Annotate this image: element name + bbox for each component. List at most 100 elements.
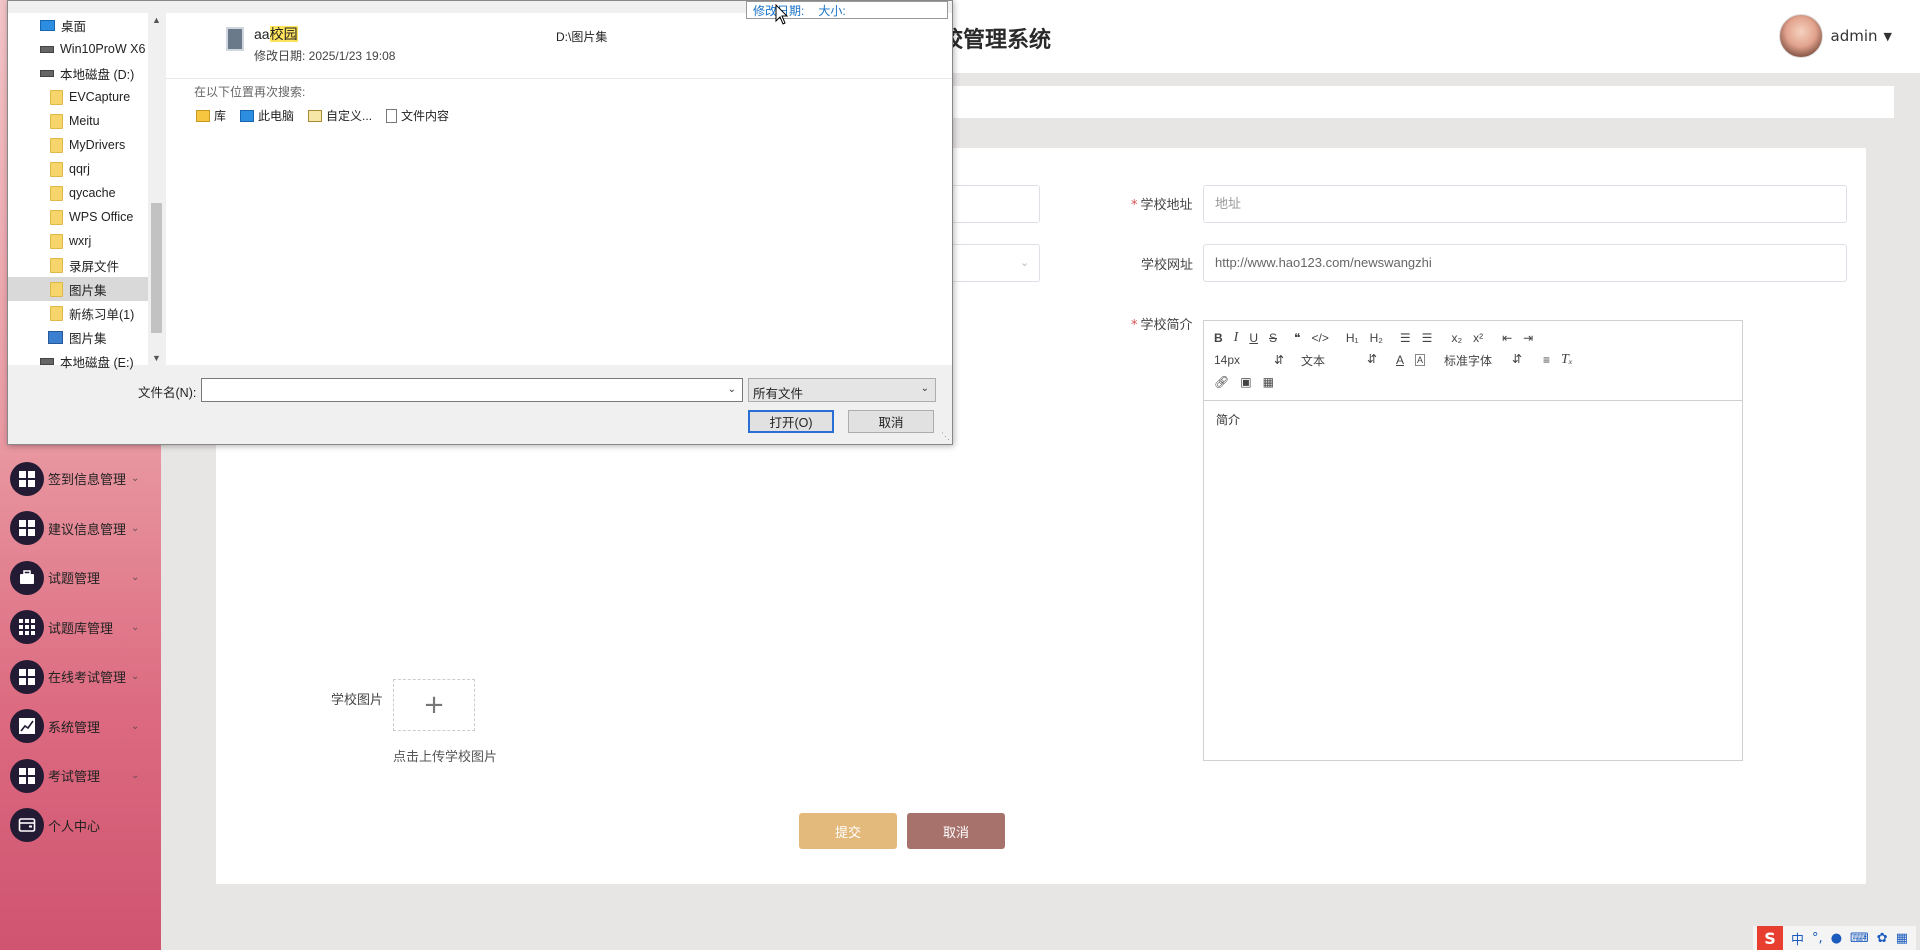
ordered-list-icon[interactable]: ☰ [1400,331,1411,345]
submit-button[interactable]: 提交 [799,813,897,849]
nav-scrollbar[interactable]: ▲ ▼ [148,13,165,365]
nav-item-folder[interactable]: EVCapture [8,85,148,109]
sidebar-item-exam[interactable]: 考试管理 ⌄ [0,751,161,801]
font-size-select[interactable]: 14px ⇵ [1214,353,1284,367]
nav-item-folder[interactable]: MyDrivers [8,133,148,157]
wallet-icon [10,808,44,843]
toolbox-icon[interactable]: ▦ [1896,931,1908,946]
scroll-up-icon[interactable]: ▲ [152,15,161,25]
nav-item-folder[interactable]: 录屏文件 [8,253,148,277]
avatar[interactable] [1778,14,1823,58]
search-content-link[interactable]: 文件内容 [386,107,449,124]
search-again-links: 库 此电脑 自定义... 文件内容 [196,107,463,124]
briefcase-icon [10,560,44,595]
custom-icon [308,109,323,122]
text-style-select[interactable]: 文本 ⇵ [1301,352,1377,369]
drive-icon [40,45,54,53]
resize-grip-icon[interactable]: ⋱ [941,431,950,442]
italic-button[interactable]: I [1234,330,1239,346]
chevron-down-icon[interactable]: ⌄ [728,384,736,395]
font-color-icon[interactable]: A [1396,353,1404,367]
nav-item-drive-e[interactable]: 本地磁盘 (E:) [8,349,148,373]
folder-icon [50,89,63,105]
search-results: aa校园 修改日期: 2025/1/23 19:08 D:\图片集 在以下位置再… [166,13,952,365]
outdent-icon[interactable]: ⇤ [1502,331,1512,345]
sidebar-item-suggestion[interactable]: 建议信息管理 ⌄ [0,504,161,554]
nav-label: 本地磁盘 (E:) [60,355,134,370]
link-label: 文件内容 [401,109,450,123]
nav-item-folder[interactable]: Meitu [8,109,148,133]
clear-format-icon[interactable]: Tₓ [1561,352,1573,368]
sidebar-item-profile[interactable]: 个人中心 [0,801,161,851]
microphone-icon[interactable]: ● [1831,931,1842,946]
nav-item-desktop[interactable]: 桌面 [8,13,148,37]
bullet-list-icon[interactable]: ☰ [1422,331,1433,345]
video-icon[interactable]: ▦ [1263,375,1274,389]
editor-content[interactable]: 简介 [1204,401,1742,438]
align-icon[interactable]: ≡ [1543,353,1550,367]
chevron-down-icon: ⌄ [131,522,140,534]
search-library-link[interactable]: 库 [196,107,226,124]
link-label: 库 [214,109,227,123]
image-upload-box[interactable]: + [393,679,475,731]
table-icon [10,610,44,645]
user-menu[interactable]: admin ▼ [1778,14,1892,58]
nav-item-folder[interactable]: 新练习单(1) [8,301,148,325]
heading2-button[interactable]: H₂ [1370,331,1383,345]
result-item[interactable]: aa校园 修改日期: 2025/1/23 19:08 D:\图片集 [166,13,952,79]
nav-item-folder[interactable]: wxrj [8,229,148,253]
library-icon [196,109,210,122]
filetype-select[interactable]: 所有文件 ⌄ [748,378,936,402]
scroll-thumb[interactable] [151,203,162,333]
sidebar-item-question-bank[interactable]: 试题库管理 ⌄ [0,603,161,653]
folder-icon [50,185,63,201]
subscript-button[interactable]: x₂ [1451,331,1462,345]
link-icon[interactable]: 🔗︎ [1214,375,1229,389]
nav-item-folder[interactable]: WPS Office [8,205,148,229]
nav-item-win10[interactable]: Win10ProW X6 [8,37,148,61]
quote-icon[interactable]: ❝ [1294,331,1300,345]
nav-item-folder[interactable]: qqrj [8,157,148,181]
sidebar-item-online-exam[interactable]: 在线考试管理 ⌄ [0,652,161,702]
heading1-button[interactable]: H₁ [1346,331,1359,345]
underline-button[interactable]: U [1249,331,1258,345]
sidebar-item-system[interactable]: 系统管理 ⌄ [0,702,161,752]
nav-label: EVCapture [69,90,131,104]
nav-label: 图片集 [69,331,107,346]
strikethrough-button[interactable]: S [1269,331,1277,345]
font-family-select[interactable]: 标准字体 ⇵ [1444,352,1522,369]
skin-icon[interactable]: ✿ [1877,931,1888,946]
website-input[interactable]: http://www.hao123.com/newswangzhi [1203,244,1847,282]
cancel-button[interactable]: 取消 [907,813,1005,849]
nav-item-library[interactable]: 图片集 [8,325,148,349]
nav-item-folder-selected[interactable]: 图片集 [8,277,148,301]
plus-icon: + [423,690,445,720]
image-icon[interactable]: ▣ [1240,375,1251,389]
dialog-cancel-button[interactable]: 取消 [848,410,934,433]
search-custom-link[interactable]: 自定义... [308,107,372,124]
indent-icon[interactable]: ⇥ [1523,331,1533,345]
nav-item-drive-d[interactable]: 本地磁盘 (D:) [8,61,148,85]
folder-icon [50,305,63,321]
punctuation-icon[interactable]: °, [1812,931,1823,946]
background-color-icon[interactable]: A [1415,354,1426,366]
sidebar-item-label: 签到信息管理 [48,473,127,489]
superscript-button[interactable]: x² [1473,331,1483,345]
link-label: 自定义... [326,109,373,123]
keyboard-icon[interactable]: ⌨ [1850,931,1869,946]
sidebar-menu: 签到信息管理 ⌄ 建议信息管理 ⌄ 试题管理 ⌄ 试题库管理 ⌄ 在线考试管理 … [0,454,161,850]
address-input[interactable]: 地址 [1203,185,1847,223]
sidebar-item-questions[interactable]: 试题管理 ⌄ [0,553,161,603]
scroll-down-icon[interactable]: ▼ [152,353,161,363]
intro-label: * 学校简介 [1131,318,1193,333]
code-icon[interactable]: </> [1312,331,1329,345]
search-computer-link[interactable]: 此电脑 [240,107,294,124]
bold-button[interactable]: B [1214,331,1223,345]
filename-input[interactable]: ⌄ [201,378,743,402]
sogou-logo-icon[interactable]: S [1757,926,1784,950]
nav-item-folder[interactable]: qycache [8,181,148,205]
open-button[interactable]: 打开(O) [748,410,834,433]
upload-hint: 点击上传学校图片 [393,750,498,765]
ime-language[interactable]: 中 [1791,929,1804,948]
sidebar-item-checkin[interactable]: 签到信息管理 ⌄ [0,454,161,504]
